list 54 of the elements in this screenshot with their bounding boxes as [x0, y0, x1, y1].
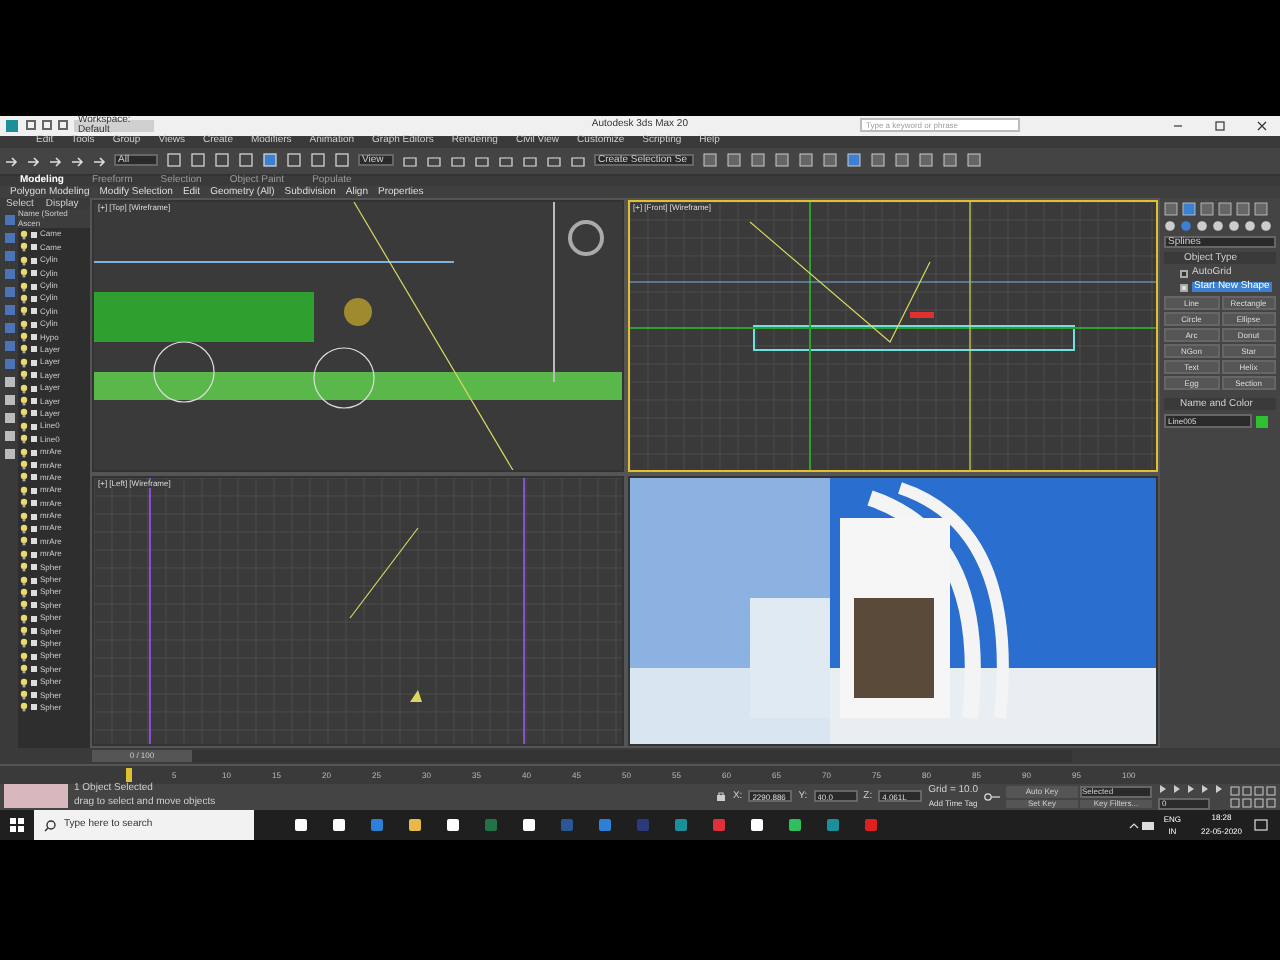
- bulb-icon[interactable]: [20, 575, 28, 586]
- close-icon[interactable]: [1256, 119, 1268, 132]
- key-icon[interactable]: [984, 791, 1000, 802]
- bulb-icon[interactable]: [20, 229, 28, 240]
- bulb-icon[interactable]: [20, 281, 28, 292]
- bulb-icon[interactable]: [20, 626, 28, 637]
- bulb-icon[interactable]: [20, 408, 28, 419]
- bulb-icon[interactable]: [20, 536, 28, 547]
- app-logo-icon: [4, 117, 20, 134]
- bulb-icon[interactable]: [20, 677, 28, 688]
- bulb-icon[interactable]: [20, 460, 28, 470]
- bulb-icon[interactable]: [20, 434, 28, 445]
- windows-start-icon[interactable]: [10, 818, 24, 832]
- bulb-icon[interactable]: [20, 690, 28, 701]
- maxscript-listener[interactable]: [4, 784, 68, 809]
- checkbox[interactable]: [1180, 269, 1188, 278]
- bulb-icon[interactable]: [20, 587, 28, 598]
- search-icon: [44, 819, 56, 831]
- bulb-icon[interactable]: [20, 447, 28, 458]
- bulb-icon[interactable]: [20, 485, 28, 496]
- tray-icons[interactable]: [1127, 819, 1156, 831]
- bulb-icon[interactable]: [20, 332, 28, 343]
- bulb-icon[interactable]: [20, 306, 28, 317]
- color-swatch[interactable]: [1256, 415, 1268, 428]
- bulb-icon[interactable]: [20, 293, 28, 304]
- checkbox[interactable]: [1180, 283, 1188, 292]
- play-icon[interactable]: [1186, 783, 1196, 794]
- bulb-icon[interactable]: [20, 549, 28, 560]
- bulb-icon[interactable]: [20, 511, 28, 522]
- minimize-icon[interactable]: [1172, 119, 1184, 132]
- notifications-icon[interactable]: [1254, 818, 1268, 832]
- bulb-icon[interactable]: [20, 268, 28, 279]
- lock-icon[interactable]: [716, 790, 727, 803]
- bulb-icon[interactable]: [20, 638, 28, 649]
- bulb-icon[interactable]: [20, 664, 28, 675]
- bulb-icon[interactable]: [20, 344, 28, 355]
- bulb-icon[interactable]: [20, 421, 28, 432]
- bulb-icon[interactable]: [20, 651, 28, 662]
- bulb-icon[interactable]: [20, 255, 28, 266]
- bulb-icon[interactable]: [20, 383, 28, 394]
- bulb-icon[interactable]: [20, 523, 28, 534]
- bulb-icon[interactable]: [20, 600, 28, 611]
- bulb-icon[interactable]: [20, 498, 28, 509]
- bulb-icon[interactable]: [20, 702, 28, 713]
- bulb-icon[interactable]: [20, 319, 28, 330]
- bulb-icon[interactable]: [20, 396, 28, 407]
- bulb-icon[interactable]: [20, 562, 28, 573]
- bulb-icon[interactable]: [20, 370, 28, 381]
- bulb-icon[interactable]: [20, 357, 28, 368]
- bulb-icon[interactable]: [20, 472, 28, 483]
- bulb-icon[interactable]: [20, 242, 28, 253]
- bulb-icon[interactable]: [20, 613, 28, 624]
- frame-marker-icon[interactable]: [126, 768, 132, 783]
- maximize-icon[interactable]: [1214, 119, 1226, 132]
